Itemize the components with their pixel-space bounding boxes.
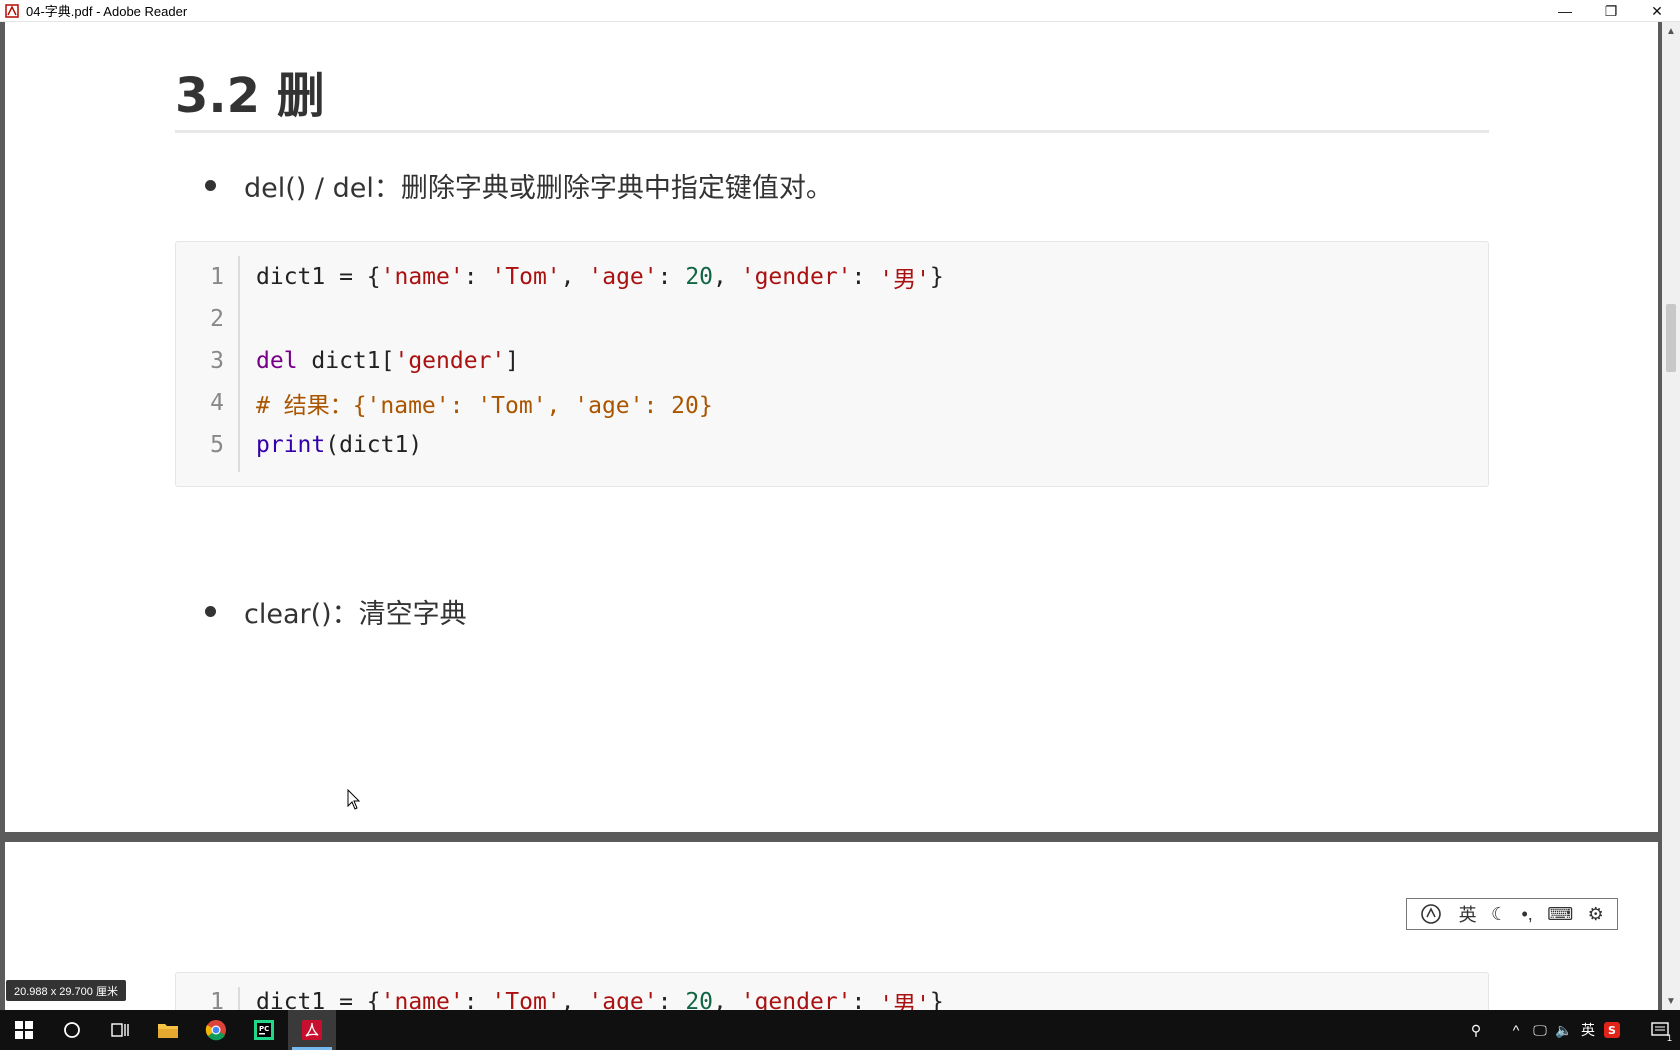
taskbar-file-explorer[interactable] [144, 1010, 192, 1050]
search-circle-icon [64, 1022, 80, 1038]
svg-text:S: S [1608, 1024, 1616, 1037]
code-block: 1 dict1 = {'name': 'Tom', 'age': 20, 'gen… [175, 241, 1489, 487]
pdf-page: 3.2 删 del() / del：删除字典或删除字典中指定键值对。 1 dict… [5, 22, 1658, 832]
bullet-text: del() / del：删除字典或删除字典中指定键值对。 [244, 173, 833, 204]
sogou-ime-icon[interactable]: S [1600, 1010, 1624, 1050]
line-number: 3 [210, 348, 224, 374]
folder-icon [158, 1024, 178, 1038]
line-number: 5 [210, 432, 224, 458]
minimize-button[interactable]: — [1542, 0, 1588, 22]
ime-lang-toggle[interactable]: 英 [1459, 901, 1477, 927]
notification-count: 1 [1666, 1033, 1672, 1043]
moon-icon[interactable]: ☾ [1491, 904, 1507, 925]
bullet-text: clear()：清空字典 [244, 599, 467, 630]
code-line: 2 [176, 298, 256, 340]
code-line: 4 # 结果：{'name': 'Tom', 'age': 20} [176, 382, 713, 424]
bullet-dot [205, 180, 216, 191]
start-button[interactable] [0, 1010, 48, 1050]
title-bar: 04-字典.pdf - Adobe Reader — ❐ ✕ [0, 0, 1680, 22]
notification-center-icon[interactable]: 1 [1640, 1010, 1680, 1050]
system-tray: ⚲ ^ 🖵 🔈 英 S 1 [1464, 1010, 1680, 1050]
people-icon[interactable]: ⚲ [1464, 1010, 1488, 1050]
page-size-tooltip: 20.988 x 29.700 厘米 [6, 980, 126, 1001]
taskbar-pycharm[interactable]: PC [240, 1010, 288, 1050]
line-number: 2 [210, 306, 224, 332]
taskbar-chrome[interactable] [192, 1010, 240, 1050]
search-button[interactable] [48, 1010, 96, 1050]
code-line: 3 del dict1['gender'] [176, 340, 519, 382]
taskbar: PC ⚲ ^ 🖵 🔈 英 S 1 [0, 1010, 1680, 1050]
chevron-up-icon[interactable]: ^ [1504, 1010, 1528, 1050]
mouse-cursor-icon [347, 789, 361, 810]
ime-logo-icon[interactable] [1420, 903, 1444, 925]
bullet-clear: clear()：清空字典 [205, 592, 467, 631]
section-heading: 3.2 删 [175, 68, 325, 124]
punctuation-icon[interactable]: •, [1522, 904, 1533, 925]
task-view-button[interactable] [96, 1010, 144, 1050]
keyboard-icon[interactable]: ⌨ [1547, 904, 1573, 925]
network-icon[interactable]: 🖵 [1528, 1010, 1552, 1050]
code-line: 5 print (dict1) [176, 424, 422, 466]
task-view-icon [111, 1023, 129, 1037]
document-viewport[interactable]: 3.2 删 del() / del：删除字典或删除字典中指定键值对。 1 dict… [0, 22, 1662, 1010]
volume-icon[interactable]: 🔈 [1552, 1010, 1576, 1050]
gear-icon[interactable]: ⚙ [1588, 904, 1604, 925]
line-number: 1 [210, 989, 224, 1010]
restore-button[interactable]: ❐ [1588, 0, 1634, 22]
code-line: 1 dict1 = {'name': 'Tom', 'age': 20, 'gen… [176, 981, 944, 1010]
adobe-reader-icon [4, 3, 20, 19]
vertical-scrollbar[interactable]: ▲ ▼ [1662, 22, 1680, 1010]
scrollbar-thumb[interactable] [1666, 304, 1676, 372]
code-line: 1 dict1 = {'name': 'Tom', 'age': 20, 'gen… [176, 256, 944, 298]
window-title: 04-字典.pdf - Adobe Reader [26, 4, 188, 19]
scroll-up-icon[interactable]: ▲ [1662, 22, 1680, 40]
tray-lang-indicator[interactable]: 英 [1576, 1010, 1600, 1050]
pycharm-icon: PC [254, 1020, 274, 1040]
ime-toolbar[interactable]: 英 ☾ •, ⌨ ⚙ [1406, 898, 1618, 930]
code-block: 1 dict1 = {'name': 'Tom', 'age': 20, 'gen… [175, 972, 1489, 1010]
heading-divider [175, 130, 1489, 133]
scroll-down-icon[interactable]: ▼ [1662, 992, 1680, 1010]
windows-icon [15, 1021, 33, 1039]
bullet-del: del() / del：删除字典或删除字典中指定键值对。 [205, 166, 833, 205]
line-number: 4 [210, 390, 224, 416]
taskbar-adobe-reader[interactable] [288, 1010, 336, 1050]
chrome-icon [205, 1020, 226, 1041]
line-number: 1 [210, 264, 224, 290]
bullet-dot [205, 606, 216, 617]
close-button[interactable]: ✕ [1634, 0, 1680, 22]
svg-text:PC: PC [259, 1025, 269, 1033]
adobe-reader-icon [302, 1020, 322, 1040]
